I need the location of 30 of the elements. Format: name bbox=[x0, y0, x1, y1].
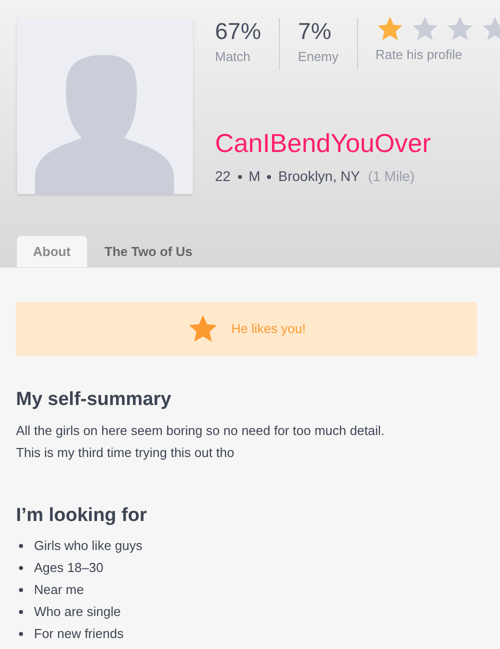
stat-label: Match bbox=[215, 48, 252, 66]
stat-value: 7% bbox=[298, 18, 332, 44]
summary-text: This is my third time trying this out tho bbox=[16, 444, 236, 462]
bullet-icon bbox=[19, 544, 23, 548]
list-item: Who are single bbox=[34, 603, 121, 622]
list-item: Girls who like guys bbox=[34, 537, 142, 556]
banner-text: He likes you! bbox=[231, 320, 306, 338]
profile-detail: M bbox=[248, 167, 260, 186]
star-icon[interactable] bbox=[446, 15, 474, 43]
stat-label: Enemy bbox=[298, 48, 339, 66]
bullet-icon bbox=[19, 632, 23, 636]
bullet-icon bbox=[19, 566, 23, 570]
bullet-icon bbox=[19, 610, 23, 614]
list-item: Ages 18–30 bbox=[34, 559, 104, 578]
list-item: For new friends bbox=[34, 625, 124, 644]
tab[interactable]: About bbox=[17, 236, 87, 267]
rating-label: Rate his profile bbox=[376, 46, 464, 64]
tab[interactable]: The Two of Us bbox=[88, 236, 208, 267]
profile-detail: 22 bbox=[215, 167, 231, 186]
summary-text: All the girls on here seem boring so no need for too much detail. bbox=[16, 422, 386, 440]
bullet-icon bbox=[19, 588, 23, 592]
star-icon[interactable] bbox=[410, 15, 439, 43]
profile-detail: Brooklyn, NY bbox=[278, 167, 360, 186]
star-icon[interactable] bbox=[376, 15, 404, 43]
section-heading: My self-summary bbox=[16, 388, 172, 412]
distance: (1 Mile) bbox=[368, 167, 415, 186]
stat-value: 67% bbox=[215, 18, 262, 44]
list-item: Near me bbox=[34, 581, 84, 600]
section-heading: I’m looking for bbox=[16, 504, 148, 528]
username: CanIBendYouOver bbox=[215, 128, 432, 158]
